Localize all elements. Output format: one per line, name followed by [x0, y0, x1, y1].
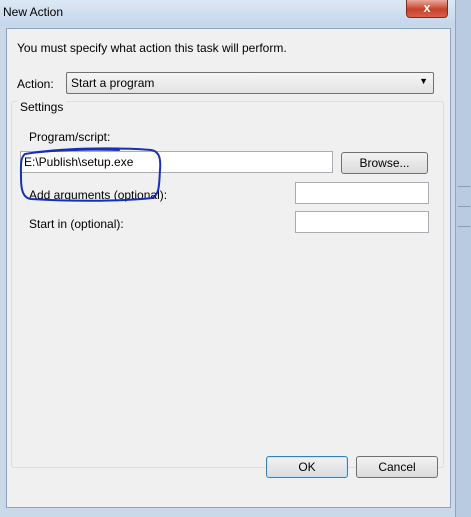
close-button[interactable]: x [406, 0, 448, 18]
ok-button[interactable]: OK [266, 456, 348, 478]
divider [458, 186, 470, 187]
divider [458, 226, 470, 227]
cancel-button[interactable]: Cancel [356, 456, 438, 478]
action-dropdown-value: Start a program [71, 76, 155, 90]
background-window-edge [455, 0, 471, 517]
start-in-field[interactable] [295, 211, 429, 233]
action-label: Action: [17, 77, 54, 91]
title-bar[interactable]: New Action x [0, 0, 471, 26]
chevron-down-icon: ▼ [419, 76, 428, 86]
action-dropdown[interactable]: Start a program ▼ [66, 72, 434, 94]
dialog-body: You must specify what action this task w… [6, 28, 451, 508]
start-in-label: Start in (optional): [29, 217, 124, 231]
program-label: Program/script: [29, 130, 111, 144]
ok-button-label: OK [298, 460, 316, 474]
cancel-button-label: Cancel [378, 460, 416, 474]
arguments-field[interactable] [295, 182, 429, 204]
close-icon: x [423, 0, 431, 15]
settings-label: Settings [17, 100, 67, 114]
browse-button-label: Browse... [359, 156, 410, 170]
instruction-text: You must specify what action this task w… [17, 41, 287, 55]
annotation-outline [19, 147, 162, 202]
divider [458, 206, 470, 207]
browse-button[interactable]: Browse... [341, 152, 428, 174]
highlight-annotation [19, 147, 162, 202]
window-title: New Action [3, 5, 64, 19]
